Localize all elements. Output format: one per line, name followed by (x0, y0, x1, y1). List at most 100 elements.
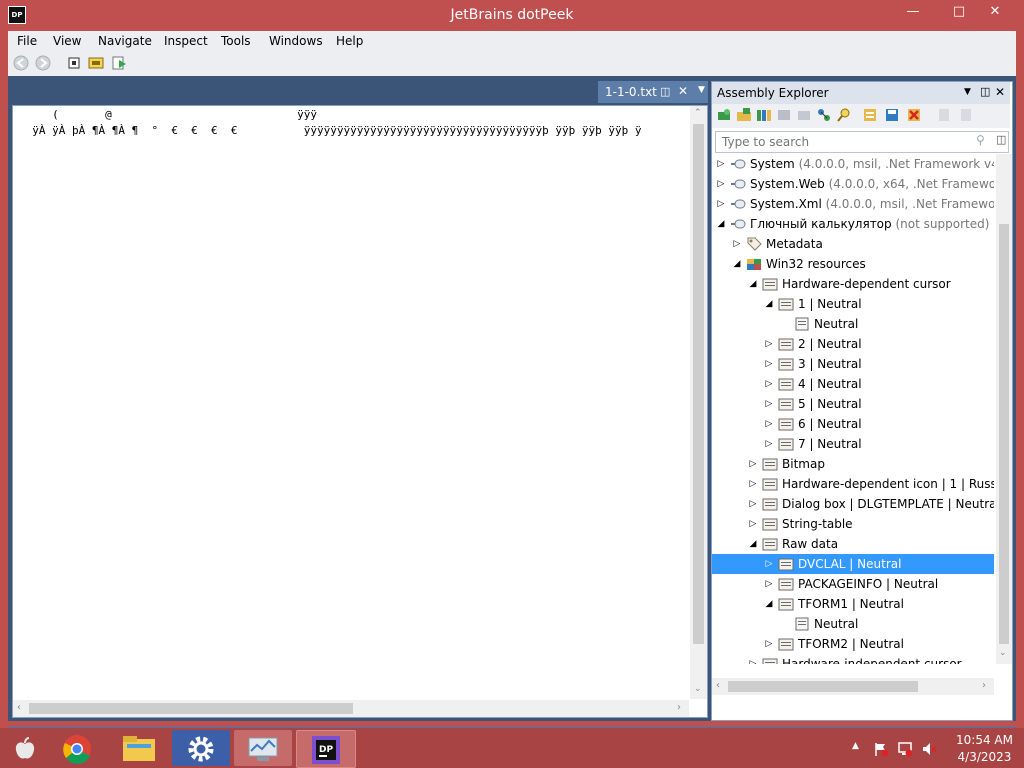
tree-node[interactable]: ▷ Metadata (712, 234, 994, 254)
taskbar-chrome[interactable] (48, 730, 106, 766)
locate-icon[interactable] (958, 107, 974, 123)
tab-close-icon[interactable]: ✕ (678, 84, 688, 98)
assembly-tree[interactable]: ▷ System (4.0.0.0, msil, .Net Framework v… (712, 154, 994, 664)
explorer-hscroll-thumb[interactable] (728, 681, 918, 692)
collapsed-triangle-icon[interactable]: ▷ (716, 154, 726, 174)
taskbar-file-explorer[interactable] (110, 730, 168, 766)
collapsed-triangle-icon[interactable]: ▷ (764, 374, 774, 394)
taskbar-system-monitor[interactable] (234, 730, 292, 766)
scroll-right-icon[interactable]: › (982, 680, 986, 691)
expanded-triangle-icon[interactable]: ◢ (764, 594, 774, 614)
explorer-vertical-scrollbar[interactable]: ⌄ (996, 154, 1012, 664)
collapsed-triangle-icon[interactable]: ▷ (764, 354, 774, 374)
tree-node[interactable]: ▷ System.Web (4.0.0.0, x64, .Net Framewor… (712, 174, 994, 194)
action-center-flag-icon[interactable] (873, 741, 889, 757)
scroll-right-icon[interactable]: › (677, 702, 681, 713)
tree-node[interactable]: ▷ 4 | Neutral (712, 374, 994, 394)
collapsed-triangle-icon[interactable]: ▷ (764, 574, 774, 594)
pin-icon[interactable]: ◫ (660, 85, 670, 98)
collapse-icon[interactable] (936, 107, 952, 123)
run-icon[interactable] (112, 55, 128, 71)
tree-node[interactable]: ◢ TFORM1 | Neutral (712, 594, 994, 614)
tree-node[interactable]: ▷ PACKAGEINFO | Neutral (712, 574, 994, 594)
collapsed-triangle-icon[interactable]: ▷ (764, 394, 774, 414)
menu-help[interactable]: Help (336, 34, 363, 48)
open-gac-icon[interactable] (756, 107, 772, 123)
maximize-button[interactable]: □ (944, 2, 974, 22)
remove-assembly-icon[interactable] (906, 107, 922, 123)
collapsed-triangle-icon[interactable]: ▷ (764, 414, 774, 434)
panel-menu-chevron-icon[interactable]: ▼ (964, 87, 971, 97)
tree-node[interactable]: ▷ Bitmap (712, 454, 994, 474)
tree-node[interactable]: Neutral (712, 314, 994, 334)
find-icon[interactable] (836, 107, 852, 123)
expanded-triangle-icon[interactable]: ◢ (732, 254, 742, 274)
collapsed-triangle-icon[interactable]: ▷ (748, 494, 758, 514)
menu-inspect[interactable]: Inspect (164, 34, 208, 48)
tree-node[interactable]: ◢ Raw data (712, 534, 994, 554)
tree-node[interactable]: ◢ 1 | Neutral (712, 294, 994, 314)
network-icon[interactable] (897, 741, 913, 757)
tree-node[interactable]: ◢ Win32 resources (712, 254, 994, 274)
nuget-icon[interactable] (776, 107, 792, 123)
save-list-icon[interactable] (884, 107, 900, 123)
text-editor[interactable]: ( @ ÿÿÿ ÿÀ ÿÀ þÀ ¶À ¶À ¶ ° € € € € ÿÿÿÿÿ… (12, 105, 708, 718)
search-icon[interactable]: ⚲ (976, 133, 985, 147)
expanded-triangle-icon[interactable]: ◢ (748, 274, 758, 294)
collapsed-triangle-icon[interactable]: ▷ (748, 514, 758, 534)
collapsed-triangle-icon[interactable]: ▷ (764, 434, 774, 454)
open-folder-icon[interactable] (736, 107, 752, 123)
collapsed-triangle-icon[interactable]: ▷ (764, 554, 774, 574)
assembly-list-icon[interactable] (862, 107, 878, 123)
minimize-button[interactable]: — (898, 2, 928, 22)
tree-node[interactable]: ▷ Dialog box | DLGTEMPLATE | Neutral (712, 494, 994, 514)
scroll-left-icon[interactable]: ‹ (716, 680, 720, 691)
explorer-vscroll-thumb[interactable] (999, 224, 1009, 644)
tree-node[interactable]: ▷ 5 | Neutral (712, 394, 994, 414)
assembly-settings-icon[interactable] (66, 55, 82, 71)
scroll-down-icon[interactable]: ⌄ (999, 648, 1007, 658)
collapsed-triangle-icon[interactable]: ▷ (748, 474, 758, 494)
tab-list-chevron-icon[interactable]: ▼ (698, 85, 705, 95)
collapsed-triangle-icon[interactable]: ▷ (716, 174, 726, 194)
dependency-graph-icon[interactable] (816, 107, 832, 123)
tab-1-1-0-txt[interactable]: 1-1-0.txt ◫ ✕ (598, 81, 708, 103)
tree-node[interactable]: ▷ System (4.0.0.0, msil, .Net Framework v… (712, 154, 994, 174)
forward-icon[interactable] (35, 55, 51, 71)
editor-vertical-scrollbar[interactable]: ⌃ ⌄ (690, 106, 707, 699)
menu-tools[interactable]: Tools (221, 34, 251, 48)
editor-horizontal-scrollbar[interactable]: ‹ › (13, 700, 689, 717)
tree-node[interactable]: ▷ Hardware-dependent icon | 1 | Russian (712, 474, 994, 494)
taskbar-settings[interactable] (172, 730, 230, 766)
menu-view[interactable]: View (53, 34, 81, 48)
collapsed-triangle-icon[interactable]: ▷ (748, 654, 758, 664)
pin-icon[interactable]: ◫ (980, 85, 990, 98)
scroll-left-icon[interactable]: ‹ (17, 702, 21, 713)
menu-windows[interactable]: Windows (269, 34, 323, 48)
tree-node[interactable]: ▷ System.Xml (4.0.0.0, msil, .Net Framewo… (712, 194, 994, 214)
collapsed-triangle-icon[interactable]: ▷ (716, 194, 726, 214)
tree-node[interactable]: ▷ 6 | Neutral (712, 414, 994, 434)
tree-node[interactable]: ▷ Hardware-independent cursor (712, 654, 994, 664)
open-assembly-icon[interactable] (716, 107, 732, 123)
collapsed-triangle-icon[interactable]: ▷ (732, 234, 742, 254)
scroll-down-icon[interactable]: ⌄ (694, 684, 702, 694)
tree-node[interactable]: ▷ 3 | Neutral (712, 354, 994, 374)
menu-navigate[interactable]: Navigate (98, 34, 152, 48)
menu-file[interactable]: File (17, 34, 37, 48)
export-icon[interactable] (796, 107, 812, 123)
tree-node[interactable]: ▷ TFORM2 | Neutral (712, 634, 994, 654)
editor-hscroll-thumb[interactable] (29, 703, 353, 714)
tree-node[interactable]: Neutral (712, 614, 994, 634)
explorer-search-box[interactable]: ⚲ ◫ (715, 131, 1009, 153)
search-input[interactable] (720, 133, 974, 151)
expanded-triangle-icon[interactable]: ◢ (764, 294, 774, 314)
expanded-triangle-icon[interactable]: ◢ (748, 534, 758, 554)
tree-node[interactable]: ▷ 7 | Neutral (712, 434, 994, 454)
explorer-horizontal-scrollbar[interactable]: ‹ › (712, 678, 994, 695)
search-pin-icon[interactable]: ◫ (996, 133, 1006, 146)
editor-vscroll-thumb[interactable] (693, 124, 704, 644)
tree-node[interactable]: ▷ String-table (712, 514, 994, 534)
tree-node[interactable]: ▷ DVCLAL | Neutral (712, 554, 994, 574)
close-button[interactable]: ✕ (980, 2, 1010, 22)
